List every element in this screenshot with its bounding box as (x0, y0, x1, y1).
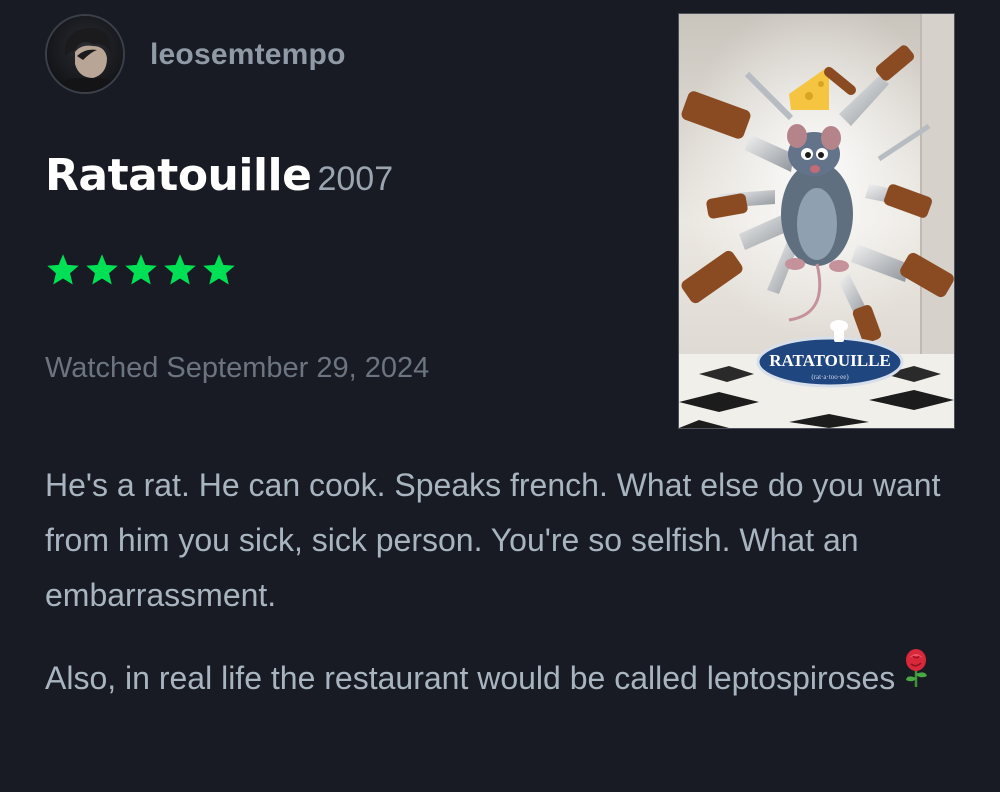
review-paragraph-text: Also, in real life the restaurant would … (45, 660, 896, 696)
review-paragraph-last: Also, in real life the restaurant would … (45, 648, 965, 709)
film-poster[interactable]: RATATOUILLE (rat·a·too·ee) (678, 13, 955, 429)
watched-date: Watched September 29, 2024 (45, 352, 430, 384)
star-icon (47, 254, 79, 285)
star-rating (45, 252, 237, 288)
review-paragraph: He's a rat. He can cook. Speaks french. … (45, 467, 941, 613)
film-title-link[interactable]: Ratatouille (45, 150, 312, 201)
poster-logo-subtext: (rat·a·too·ee) (811, 373, 849, 381)
star-icon (125, 254, 157, 285)
username-link[interactable]: leosemtempo (150, 38, 346, 72)
star-icon (203, 254, 235, 285)
avatar[interactable] (45, 14, 125, 94)
rose-icon (901, 648, 931, 705)
star-icon (164, 254, 196, 285)
poster-logo-text: RATATOUILLE (769, 351, 891, 370)
poster-artwork: RATATOUILLE (rat·a·too·ee) (679, 14, 954, 428)
film-year-link[interactable]: 2007 (317, 160, 393, 198)
star-icon (86, 254, 118, 285)
review-body: He's a rat. He can cook. Speaks french. … (45, 458, 965, 737)
avatar-image (47, 16, 123, 92)
film-heading: Ratatouille 2007 (45, 150, 393, 201)
